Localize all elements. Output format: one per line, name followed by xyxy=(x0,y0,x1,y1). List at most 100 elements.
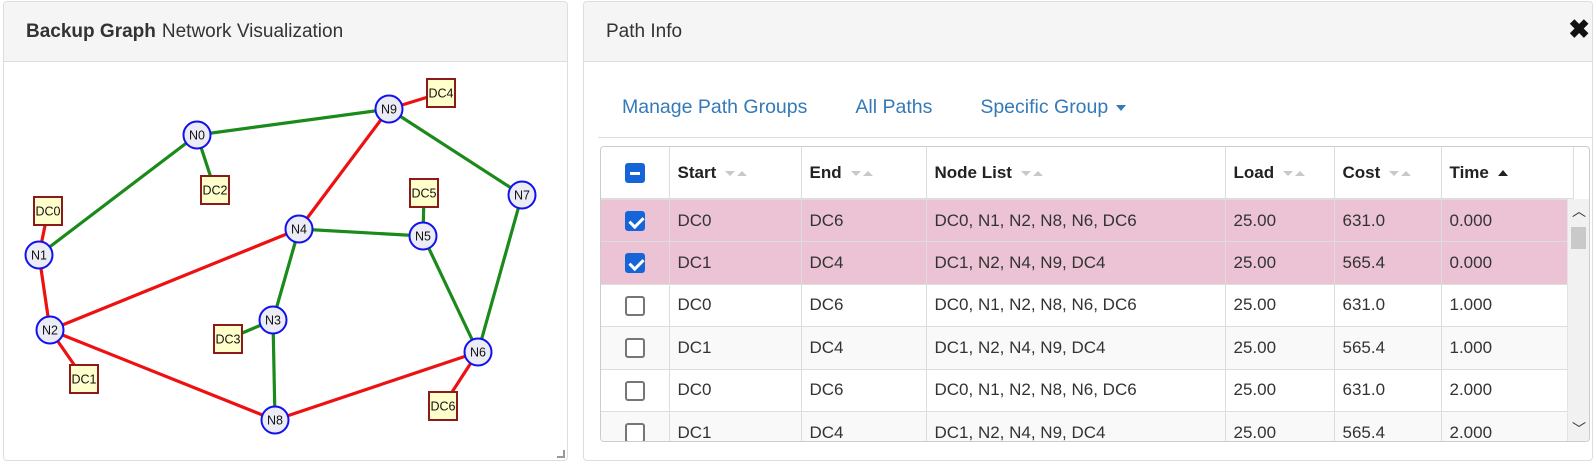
cell-load: 25.00 xyxy=(1225,241,1335,285)
cell-end: DC4 xyxy=(801,411,927,441)
path-info-title: Path Info xyxy=(606,20,683,42)
tab-all-paths[interactable]: All Paths xyxy=(831,80,956,137)
table-row[interactable]: DC1 DC4 DC1, N2, N4, N9, DC4 25.00 565.4 2.00… xyxy=(601,411,1574,441)
paths-table-container: Start End Node List Load Cost Time DC0 DC… xyxy=(600,146,1590,442)
row-checkbox[interactable] xyxy=(624,210,645,231)
datacenter-node[interactable]: DC1 xyxy=(69,364,99,394)
node-label: N0 xyxy=(189,129,205,143)
close-icon[interactable]: ✖ xyxy=(1568,16,1590,42)
paths-table: Start End Node List Load Cost Time DC0 DC… xyxy=(601,147,1574,441)
cell-node-list: DC1, N2, N4, N9, DC4 xyxy=(926,241,1226,285)
cell-start: DC0 xyxy=(669,199,802,242)
network-node[interactable]: N9 xyxy=(374,94,404,124)
row-select-cell xyxy=(601,199,670,242)
graph-edge xyxy=(476,194,524,353)
datacenter-label: DC2 xyxy=(202,184,227,198)
column-header-start[interactable]: Start xyxy=(669,147,802,200)
scroll-up-icon[interactable]: ︿ xyxy=(1568,201,1589,221)
cell-start: DC0 xyxy=(669,284,802,327)
row-checkbox[interactable] xyxy=(624,338,645,358)
cell-start: DC1 xyxy=(669,241,802,285)
node-label: N2 xyxy=(42,324,58,338)
tab-manage-path-groups[interactable]: Manage Path Groups xyxy=(598,80,831,137)
datacenter-node[interactable]: DC5 xyxy=(409,178,439,208)
scroll-down-icon[interactable]: ﹀ xyxy=(1568,419,1589,439)
cell-cost: 565.4 xyxy=(1334,241,1442,285)
select-all-checkbox[interactable] xyxy=(624,162,645,183)
cell-node-list: DC0, N1, N2, N8, N6, DC6 xyxy=(926,369,1226,412)
datacenter-label: DC4 xyxy=(428,87,453,101)
cell-end: DC4 xyxy=(801,241,927,285)
path-info-panel: Path Info ✖ Manage Path Groups All Paths… xyxy=(583,1,1593,461)
path-tabs: Manage Path Groups All Paths Specific Gr… xyxy=(598,80,1592,138)
node-label: N9 xyxy=(381,103,397,117)
cell-time: 2.000 xyxy=(1441,369,1574,412)
cell-load: 25.00 xyxy=(1225,284,1335,327)
cell-end: DC6 xyxy=(801,284,927,327)
sort-icon xyxy=(850,168,874,178)
datacenter-node[interactable]: DC0 xyxy=(33,196,63,226)
datacenter-label: DC5 xyxy=(411,187,436,201)
node-label: N4 xyxy=(291,223,307,237)
table-header-row: Start End Node List Load Cost Time xyxy=(601,147,1574,200)
cell-load: 25.00 xyxy=(1225,199,1335,242)
network-node[interactable]: N5 xyxy=(408,221,438,251)
network-node[interactable]: N6 xyxy=(463,337,493,367)
column-header-load[interactable]: Load xyxy=(1225,147,1335,200)
datacenter-node[interactable]: DC2 xyxy=(200,175,230,205)
column-header-end[interactable]: End xyxy=(801,147,927,200)
row-select-cell xyxy=(601,369,670,412)
column-header-cost[interactable]: Cost xyxy=(1334,147,1442,200)
table-row[interactable]: DC1 DC4 DC1, N2, N4, N9, DC4 25.00 565.4 1.00… xyxy=(601,326,1574,370)
cell-end: DC4 xyxy=(801,326,927,370)
graph-edge xyxy=(38,133,198,257)
node-label: N7 xyxy=(514,189,530,203)
node-label: N5 xyxy=(415,230,431,244)
datacenter-node[interactable]: DC6 xyxy=(428,391,458,421)
cell-time: 0.000 xyxy=(1441,199,1574,242)
row-checkbox[interactable] xyxy=(624,253,645,273)
network-node[interactable]: N1 xyxy=(24,240,54,270)
graph-edge xyxy=(421,235,480,353)
table-row[interactable]: DC1 DC4 DC1, N2, N4, N9, DC4 25.00 565.4 0.00… xyxy=(601,241,1574,285)
sort-icon xyxy=(1020,168,1044,178)
row-checkbox[interactable] xyxy=(624,295,645,316)
network-node[interactable]: N4 xyxy=(284,214,314,244)
network-node[interactable]: N8 xyxy=(260,405,290,435)
graph-edge xyxy=(271,319,277,421)
sort-icon xyxy=(1282,168,1306,178)
resize-handle[interactable] xyxy=(557,450,565,458)
network-graph[interactable]: DC0 DC1 DC2 DC3 DC4 DC5 DC6 N0 N1 N2 N3 N4 N5 N6 N7 N8 N… xyxy=(4,63,567,461)
cell-time: 1.000 xyxy=(1441,326,1574,370)
graph-edge xyxy=(196,107,390,137)
cell-load: 25.00 xyxy=(1225,326,1335,370)
table-scrollbar[interactable]: ︿ ﹀ xyxy=(1567,199,1589,441)
column-header-node-list[interactable]: Node List xyxy=(926,147,1226,200)
cell-start: DC1 xyxy=(669,326,802,370)
cell-load: 25.00 xyxy=(1225,411,1335,441)
node-label: N6 xyxy=(470,346,486,360)
column-header-time[interactable]: Time xyxy=(1441,147,1574,200)
datacenter-node[interactable]: DC4 xyxy=(426,78,456,108)
datacenter-node[interactable]: DC3 xyxy=(213,324,243,354)
table-row[interactable]: DC0 DC6 DC0, N1, N2, N8, N6, DC6 25.00 631.0… xyxy=(601,199,1574,242)
scrollbar-thumb[interactable] xyxy=(1571,227,1586,249)
cell-node-list: DC1, N2, N4, N9, DC4 xyxy=(926,411,1226,441)
chevron-down-icon xyxy=(1116,104,1127,111)
network-node[interactable]: N2 xyxy=(35,315,65,345)
row-checkbox[interactable] xyxy=(624,423,645,441)
graph-edge xyxy=(388,107,523,197)
cell-cost: 631.0 xyxy=(1334,284,1442,327)
graph-panel: Backup Graph Network Visualization DC0 DC… xyxy=(3,1,568,461)
network-node[interactable]: N0 xyxy=(182,120,212,150)
row-select-cell xyxy=(601,241,670,285)
row-checkbox[interactable] xyxy=(624,380,645,401)
tab-specific-group[interactable]: Specific Group xyxy=(956,80,1150,137)
graph-panel-header: Backup Graph Network Visualization xyxy=(4,2,567,62)
table-row[interactable]: DC0 DC6 DC0, N1, N2, N8, N6, DC6 25.00 631.0… xyxy=(601,284,1574,327)
table-row[interactable]: DC0 DC6 DC0, N1, N2, N8, N6, DC6 25.00 631.0… xyxy=(601,369,1574,412)
cell-time: 0.000 xyxy=(1441,241,1574,285)
cell-node-list: DC1, N2, N4, N9, DC4 xyxy=(926,326,1226,370)
network-node[interactable]: N7 xyxy=(507,180,537,210)
network-node[interactable]: N3 xyxy=(258,305,288,335)
